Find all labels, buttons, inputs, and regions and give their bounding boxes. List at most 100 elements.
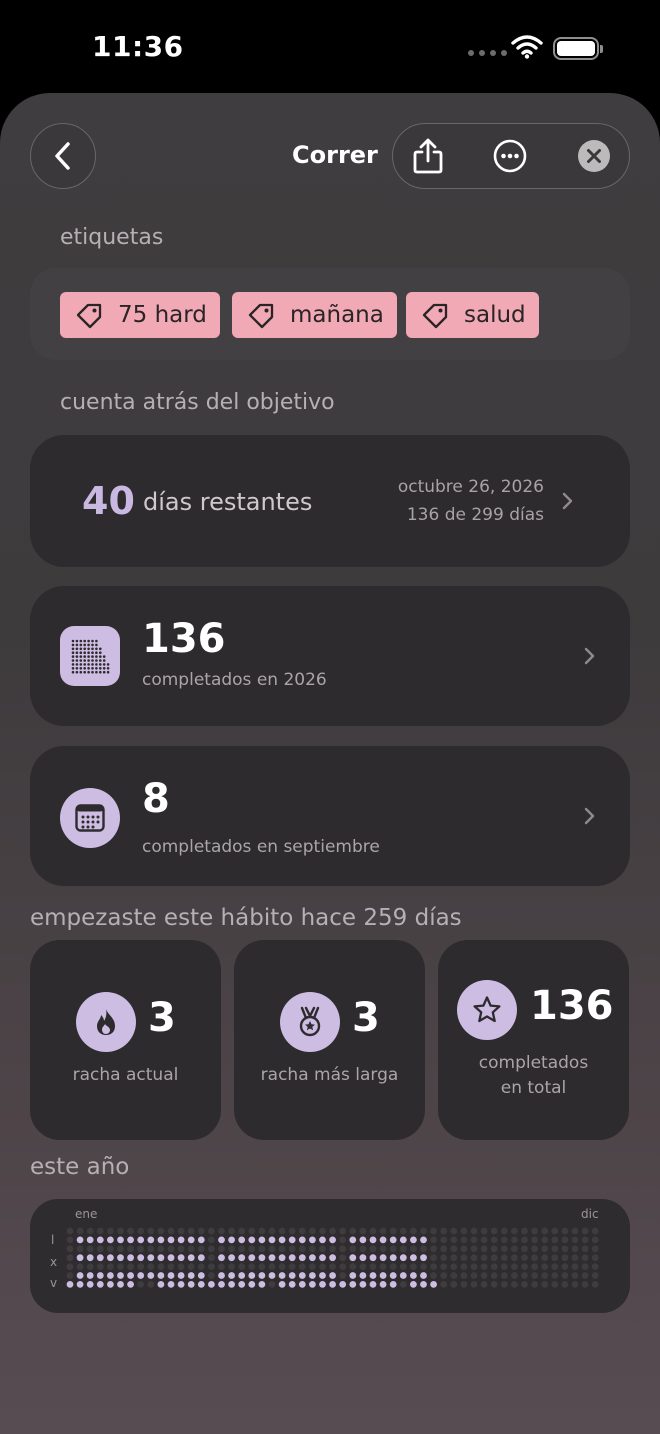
heatmap-day [309, 1254, 316, 1262]
heatmap-day [470, 1227, 478, 1235]
heatmap-day [137, 1272, 145, 1279]
month-completed-card[interactable]: 8 completados en septiembre [30, 746, 630, 886]
total-completed-card: 136 completados en total [438, 940, 629, 1140]
heatmap-day [531, 1272, 538, 1279]
heatmap-day [107, 1272, 114, 1279]
heatmap-day [137, 1245, 145, 1253]
heatmap-day [551, 1236, 559, 1244]
month-completed-label: completados en septiembre [142, 837, 380, 857]
heatmap-day [359, 1272, 367, 1279]
heatmap-day [460, 1281, 468, 1288]
more-options-button[interactable] [483, 124, 537, 188]
heatmap-day [319, 1227, 326, 1235]
heatmap-day [248, 1254, 256, 1262]
heatmap-day [531, 1254, 538, 1262]
heatmap-day [581, 1236, 589, 1244]
heatmap-day [218, 1236, 225, 1244]
heatmap-day [319, 1281, 326, 1288]
heatmap-day [157, 1263, 165, 1270]
month-end-label: dic [581, 1207, 599, 1221]
heatmap-day [551, 1281, 559, 1288]
heatmap-day [86, 1281, 94, 1288]
heatmap-day [450, 1245, 458, 1253]
heatmap-day [137, 1263, 145, 1270]
heatmap-day [339, 1245, 347, 1253]
heatmap-day [581, 1281, 589, 1288]
heatmap-day [76, 1227, 84, 1235]
heatmap-day [147, 1227, 155, 1235]
heatmap-day [420, 1263, 427, 1270]
heatmap-day [440, 1236, 448, 1244]
longest-streak-value: 3 [352, 995, 380, 1041]
heatmap-day [76, 1236, 84, 1244]
heatmap-day [157, 1245, 165, 1253]
heatmap-day [581, 1227, 589, 1235]
heatmap-day [581, 1254, 589, 1262]
countdown-progress: 136 de 299 días [406, 505, 544, 525]
tag-chip[interactable]: mañana [232, 292, 397, 338]
weekday-label: x [50, 1255, 58, 1269]
share-button[interactable] [401, 124, 455, 188]
target-date: octubre 26, 2026 [397, 477, 544, 497]
heatmap-day [288, 1272, 296, 1279]
tag-chip[interactable]: 75 hard [60, 292, 220, 338]
heatmap-day [66, 1281, 74, 1288]
heatmap-day [490, 1281, 498, 1288]
heatmap-day [268, 1245, 276, 1253]
heatmap-day [319, 1236, 326, 1244]
current-streak-value: 3 [148, 995, 176, 1041]
signal-icon [468, 50, 507, 56]
heatmap-day [521, 1281, 528, 1288]
heatmap-day [349, 1272, 357, 1279]
heatmap-day [430, 1227, 437, 1235]
heatmap-day [541, 1263, 549, 1270]
heatmap-day [511, 1263, 518, 1270]
heatmap-day [389, 1236, 397, 1244]
ellipsis-circle-icon [493, 139, 527, 173]
heatmap-day [147, 1254, 155, 1262]
heatmap-day [430, 1281, 437, 1288]
heatmap-day [298, 1281, 306, 1288]
heatmap-day [511, 1227, 518, 1235]
heatmap-day [541, 1236, 549, 1244]
heatmap-day [218, 1227, 225, 1235]
heatmap-day [480, 1254, 488, 1262]
heatmap-day [521, 1245, 528, 1253]
heatmap-day [66, 1254, 74, 1262]
heatmap-day [86, 1227, 94, 1235]
heatmap-day [561, 1236, 569, 1244]
heatmap-day [96, 1281, 104, 1288]
status-bar: 11:36 [0, 0, 660, 95]
year-completed-card[interactable]: 136 completados en 2026 [30, 586, 630, 726]
heatmap-day [410, 1227, 417, 1235]
heatmap-day [218, 1281, 225, 1288]
back-button[interactable] [30, 123, 96, 189]
tag-chip[interactable]: salud [406, 292, 539, 338]
close-button[interactable] [567, 124, 621, 188]
heatmap-day [379, 1281, 387, 1288]
started-heading: empezaste este hábito hace 259 días [30, 905, 462, 931]
heatmap-day [96, 1236, 104, 1244]
heatmap-day [500, 1263, 508, 1270]
chevron-right-icon [584, 647, 595, 665]
heatmap-day [96, 1263, 104, 1270]
heatmap-day [258, 1281, 266, 1288]
heatmap-day [460, 1236, 468, 1244]
heatmap-day [490, 1254, 498, 1262]
heatmap-day [167, 1236, 175, 1244]
close-icon [578, 140, 610, 172]
heatmap-day [379, 1245, 387, 1253]
heatmap-day [440, 1254, 448, 1262]
countdown-card[interactable]: 40 días restantes octubre 26, 2026 136 d… [30, 435, 630, 567]
heatmap-day [288, 1245, 296, 1253]
heatmap-day [258, 1263, 266, 1270]
heatmap-day [248, 1263, 256, 1270]
heatmap-day [167, 1281, 175, 1288]
heatmap-day [309, 1272, 316, 1279]
heatmap-day [591, 1245, 599, 1253]
heatmap-day [238, 1254, 246, 1262]
heatmap-day [480, 1281, 488, 1288]
heatmap-day [470, 1254, 478, 1262]
heatmap-day [187, 1263, 195, 1270]
heatmap-day [359, 1281, 367, 1288]
